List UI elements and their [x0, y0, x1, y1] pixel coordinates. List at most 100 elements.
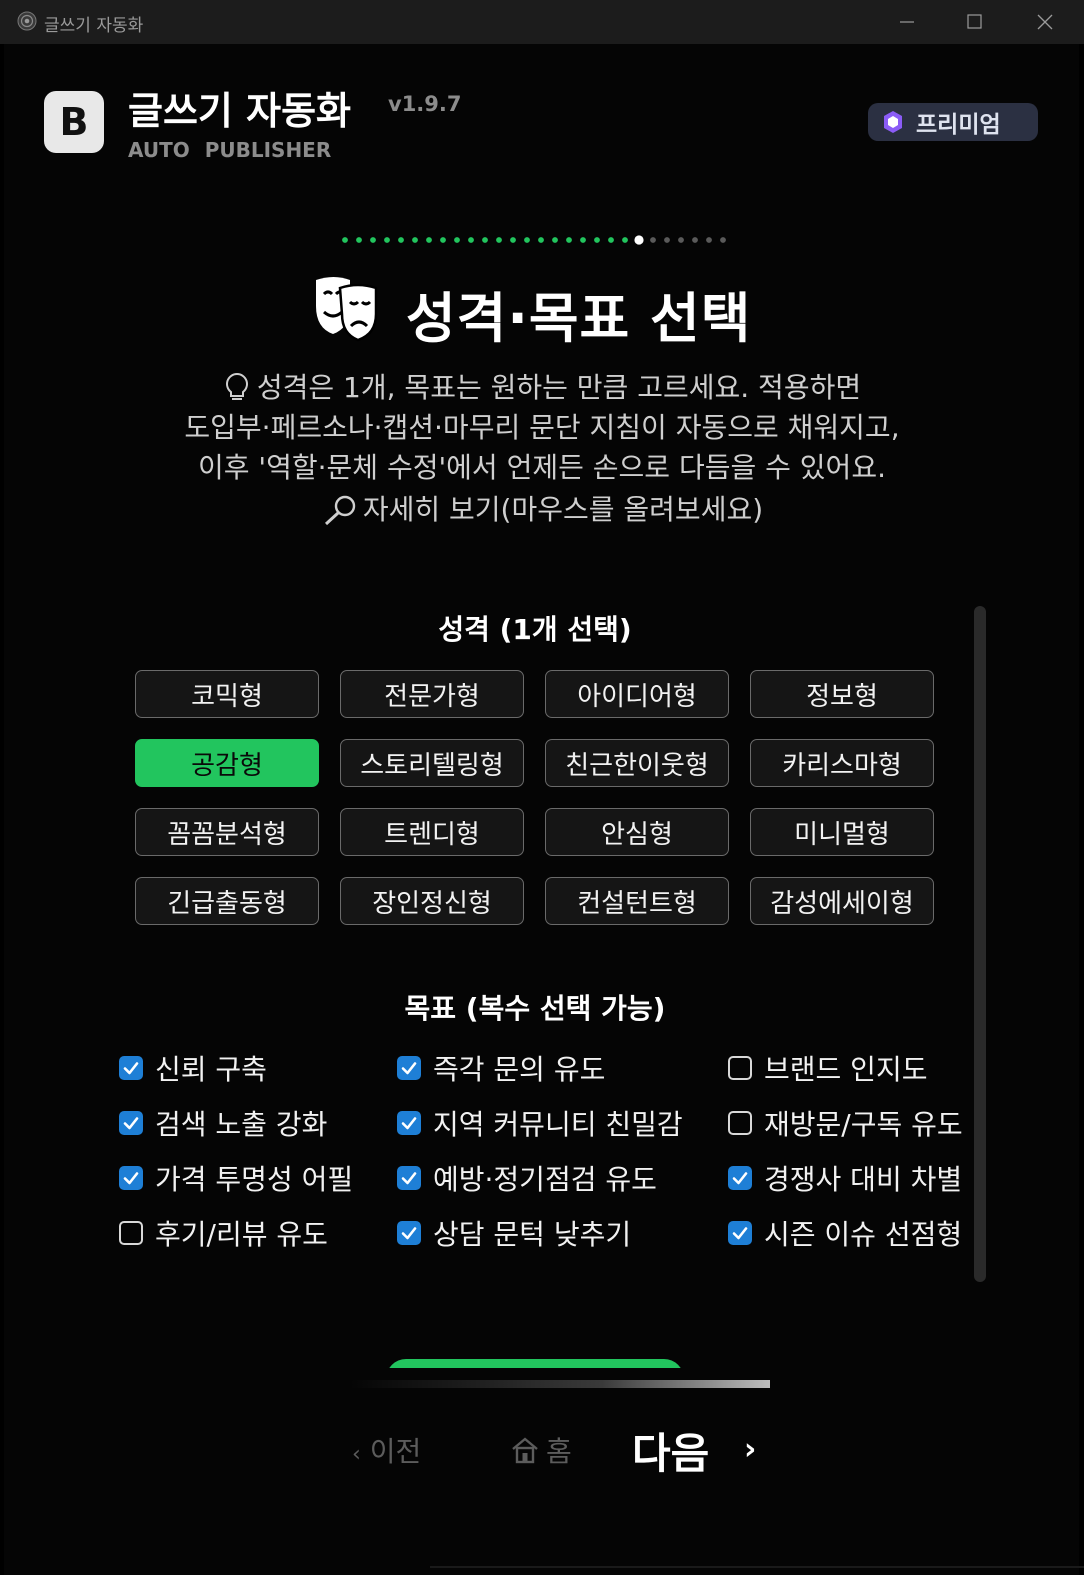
- personality-chip[interactable]: 미니멀형: [750, 808, 934, 856]
- scrollbar[interactable]: [974, 606, 986, 1282]
- personality-chip[interactable]: 공감형: [135, 739, 319, 787]
- app-icon: [17, 11, 37, 31]
- goal-label: 후기/리뷰 유도: [155, 1218, 328, 1251]
- personality-chip[interactable]: 트렌디형: [340, 808, 524, 856]
- description-line-3: 이후 '역할·문체 수정'에서 언제든 손으로 다듬을 수 있어요.: [198, 451, 886, 484]
- goal-checkbox[interactable]: 후기/리뷰 유도: [119, 1215, 328, 1251]
- lightbulb-icon: [225, 372, 248, 400]
- goal-label: 검색 노출 강화: [155, 1108, 328, 1141]
- goal-label: 신뢰 구축: [155, 1053, 267, 1086]
- personality-chip[interactable]: 아이디어형: [545, 670, 729, 718]
- goal-checkbox[interactable]: 시즌 이슈 선점형: [728, 1215, 962, 1251]
- personality-chip[interactable]: 컨설턴트형: [545, 877, 729, 925]
- page-header: 성격·목표 선택: [310, 268, 790, 350]
- step-dot: [356, 237, 362, 243]
- page-title: 성격·목표 선택: [406, 287, 752, 350]
- premium-badge[interactable]: 프리미엄: [868, 103, 1038, 141]
- personality-chip[interactable]: 전문가형: [340, 670, 524, 718]
- prev-label: 이전: [369, 1435, 422, 1468]
- checkbox-checked-icon: [119, 1056, 143, 1080]
- personality-chip[interactable]: 감성에세이형: [750, 877, 934, 925]
- app-version: v1.9.7: [388, 92, 462, 116]
- step-dot: [496, 237, 502, 243]
- step-dot: [524, 237, 530, 243]
- premium-label: 프리미엄: [916, 112, 1001, 138]
- bottom-divider: [430, 1566, 1084, 1568]
- chevron-left-icon: ‹: [352, 1442, 361, 1467]
- step-dot: [510, 237, 516, 243]
- checkbox-empty-icon: [728, 1056, 752, 1080]
- goal-label: 지역 커뮤니티 친밀감: [433, 1108, 683, 1141]
- window-titlebar: 글쓰기 자동화: [0, 0, 1084, 44]
- checkbox-empty-icon: [728, 1111, 752, 1135]
- goal-checkbox[interactable]: 검색 노출 강화: [119, 1105, 327, 1141]
- goal-checkbox[interactable]: 즉각 문의 유도: [397, 1050, 605, 1086]
- home-button[interactable]: 홈: [510, 1430, 572, 1470]
- maximize-icon: [967, 14, 982, 29]
- step-dot: [634, 235, 644, 245]
- next-button[interactable]: 다음: [632, 1420, 709, 1481]
- checkbox-checked-icon: [728, 1166, 752, 1190]
- checkbox-empty-icon: [119, 1221, 143, 1245]
- progress-bar: [350, 1380, 770, 1388]
- step-dot: [384, 237, 390, 243]
- window-title: 글쓰기 자동화: [44, 16, 144, 36]
- chevron-right-icon[interactable]: ›: [744, 1432, 756, 1467]
- goal-checkbox[interactable]: 경쟁사 대비 차별: [728, 1160, 962, 1196]
- step-dot: [706, 237, 712, 243]
- personality-chip[interactable]: 정보형: [750, 670, 934, 718]
- prev-button[interactable]: ‹ 이전: [352, 1430, 421, 1470]
- personality-chip[interactable]: 스토리텔링형: [340, 739, 524, 787]
- step-progress: [342, 235, 726, 245]
- goal-checkbox[interactable]: 예방·정기점검 유도: [397, 1160, 657, 1196]
- magnifier-icon: [324, 495, 356, 526]
- goal-checkbox[interactable]: 신뢰 구축: [119, 1050, 267, 1086]
- step-dot: [468, 237, 474, 243]
- close-button[interactable]: [1010, 0, 1080, 44]
- personality-title: 성격 (1개 선택): [438, 613, 632, 646]
- minimize-icon: [900, 21, 914, 23]
- app-logo: B: [44, 91, 104, 153]
- personality-chip[interactable]: 카리스마형: [750, 739, 934, 787]
- step-dot: [398, 237, 404, 243]
- checkbox-checked-icon: [397, 1056, 421, 1080]
- personality-chip[interactable]: 긴급출동형: [135, 877, 319, 925]
- checkbox-checked-icon: [397, 1221, 421, 1245]
- home-icon: [512, 1437, 538, 1464]
- app-name: 글쓰기 자동화: [128, 89, 351, 133]
- goal-label: 브랜드 인지도: [764, 1053, 928, 1086]
- step-dot: [538, 237, 544, 243]
- goal-checkbox[interactable]: 브랜드 인지도: [728, 1050, 927, 1086]
- goal-checkbox[interactable]: 가격 투명성 어필: [119, 1160, 353, 1196]
- personality-chip[interactable]: 안심형: [545, 808, 729, 856]
- step-dot: [370, 237, 376, 243]
- goal-label: 상담 문턱 낮추기: [433, 1218, 632, 1251]
- step-dot: [608, 237, 614, 243]
- step-dot: [440, 237, 446, 243]
- goal-label: 시즌 이슈 선점형: [764, 1218, 963, 1251]
- step-dot: [580, 237, 586, 243]
- description-line-1: 성격은 1개, 목표는 원하는 만큼 고르세요. 적용하면: [0, 366, 1084, 406]
- personality-chip[interactable]: 장인정신형: [340, 877, 524, 925]
- personality-chip[interactable]: 친근한이웃형: [545, 739, 729, 787]
- step-dot: [342, 237, 348, 243]
- goal-checkbox[interactable]: 지역 커뮤니티 친밀감: [397, 1105, 683, 1141]
- detail-link[interactable]: 자세히 보기(마우스를 올려보세요): [0, 488, 1084, 528]
- goal-checkbox[interactable]: 상담 문턱 낮추기: [397, 1215, 631, 1251]
- step-dot: [594, 237, 600, 243]
- checkbox-checked-icon: [397, 1111, 421, 1135]
- personality-chip[interactable]: 코믹형: [135, 670, 319, 718]
- goal-label: 경쟁사 대비 차별: [764, 1163, 963, 1196]
- step-dot: [566, 237, 572, 243]
- step-dot: [650, 237, 656, 243]
- goal-label: 재방문/구독 유도: [764, 1108, 963, 1141]
- goal-checkbox[interactable]: 재방문/구독 유도: [728, 1105, 963, 1141]
- minimize-button[interactable]: [872, 0, 942, 44]
- checkbox-checked-icon: [119, 1111, 143, 1135]
- personality-chip[interactable]: 꼼꼼분석형: [135, 808, 319, 856]
- step-dot: [482, 237, 488, 243]
- step-dot: [622, 237, 628, 243]
- step-dot: [664, 237, 670, 243]
- maximize-button[interactable]: [940, 0, 1010, 44]
- step-dot: [678, 237, 684, 243]
